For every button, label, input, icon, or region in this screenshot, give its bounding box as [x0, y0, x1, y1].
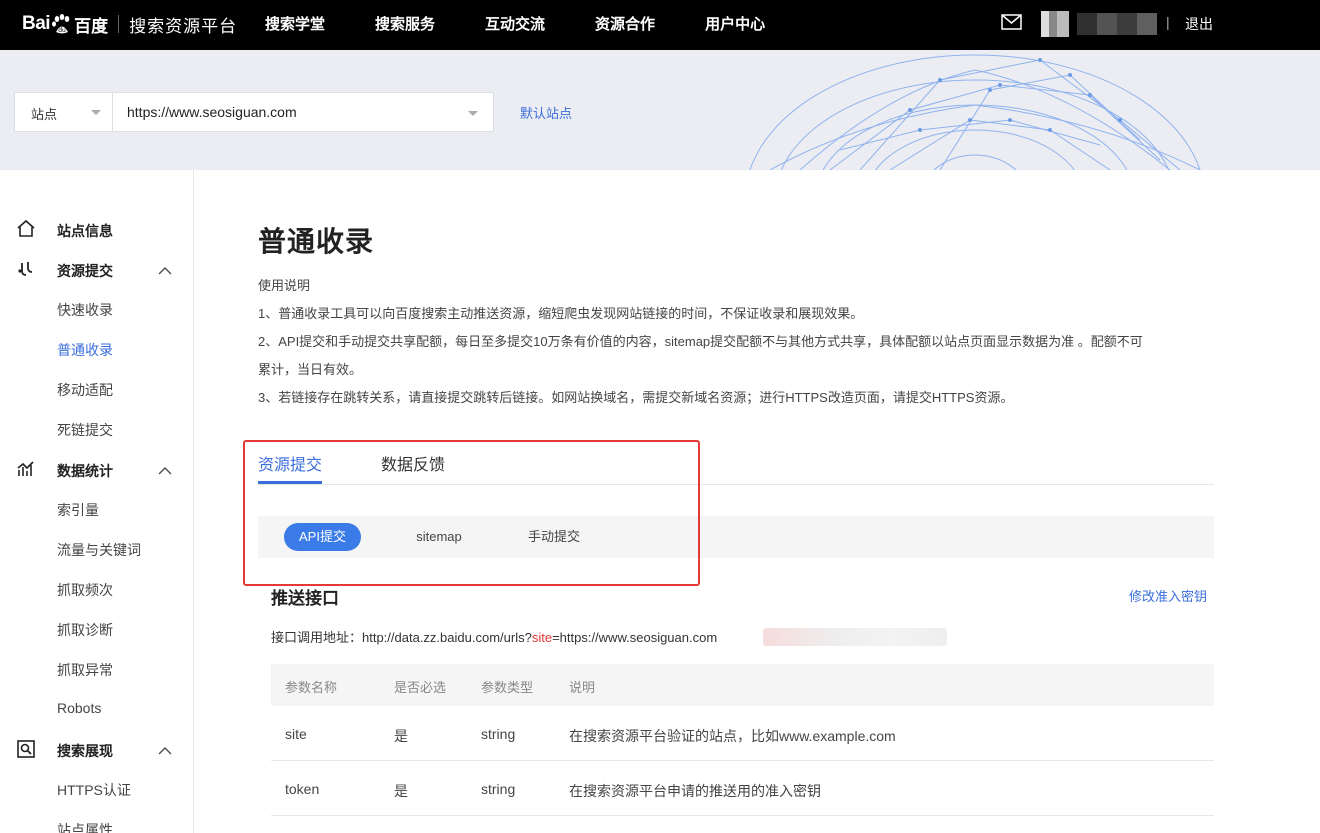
- token-blurred: [763, 628, 947, 646]
- logo-divider: [118, 15, 120, 33]
- chevron-down-icon: [91, 110, 101, 115]
- svg-text:du: du: [58, 27, 66, 34]
- api-endpoint-param: site: [531, 630, 553, 645]
- highlight-annotation-box: [243, 440, 700, 586]
- logo-text-bai: Bai: [22, 13, 51, 34]
- home-icon: [16, 219, 36, 239]
- nav-search-service[interactable]: 搜索服务: [375, 0, 435, 50]
- sidebar-group-data-stats[interactable]: 数据统计: [0, 455, 193, 485]
- column-header: 参数类型: [481, 680, 534, 695]
- sidebar-item-traffic-keywords[interactable]: 流量与关键词: [57, 540, 141, 560]
- page-title: 普通收录: [258, 226, 375, 257]
- nav-community[interactable]: 互动交流: [485, 0, 545, 50]
- table-cell: token: [285, 781, 320, 797]
- baidu-logo[interactable]: Bai du 百度 搜索资源平台: [22, 9, 237, 39]
- sidebar-item-crawl-diagnosis[interactable]: 抓取诊断: [57, 620, 113, 640]
- sidebar-group-label: 数据统计: [57, 463, 113, 479]
- sidebar-group-label: 站点信息: [57, 223, 113, 239]
- usage-heading: 使用说明: [258, 278, 311, 293]
- site-url-value: https://www.seosiguan.com: [127, 104, 297, 120]
- edit-access-key-link[interactable]: 修改准入密钥: [1129, 586, 1207, 605]
- nav-search-academy[interactable]: 搜索学堂: [265, 0, 325, 50]
- chevron-up-icon[interactable]: [158, 743, 172, 755]
- table-cell: string: [481, 726, 516, 742]
- usage-line: 累计，当日有效。: [258, 362, 363, 377]
- logo-text-du: 百度: [74, 16, 109, 36]
- api-endpoint: 接口调用地址：http://data.zz.baidu.com/urls?sit…: [271, 627, 717, 646]
- table-cell: 在搜索资源平台申请的推送用的准入密钥: [569, 783, 821, 799]
- sidebar-item-crawl-frequency[interactable]: 抓取频次: [57, 580, 113, 600]
- table-cell: 是: [394, 783, 408, 799]
- table-cell: site: [285, 726, 307, 742]
- search-display-icon: [16, 739, 36, 759]
- nav-partnership[interactable]: 资源合作: [595, 0, 655, 50]
- sidebar-item-crawl-errors[interactable]: 抓取异常: [57, 660, 113, 680]
- table-row: token 是 string 在搜索资源平台申请的推送用的准入密钥: [271, 761, 1214, 816]
- table-cell: 是: [394, 728, 408, 744]
- column-header: 参数名称: [285, 680, 338, 695]
- logout-link[interactable]: 退出: [1185, 14, 1213, 34]
- sidebar: 站点信息 资源提交 快速收录 普通收录 移动适配 死链提交 数据统计 索引量 流…: [0, 170, 194, 833]
- section-title: 推送接口: [271, 589, 339, 608]
- platform-title: 搜索资源平台: [129, 16, 238, 36]
- usage-line: 1、普通收录工具可以向百度搜索主动推送资源，缩短爬虫发现网站链接的时间，不保证收…: [258, 306, 864, 321]
- sidebar-item-robots[interactable]: Robots: [57, 700, 101, 716]
- sidebar-item-normal-index[interactable]: 普通收录: [57, 340, 113, 360]
- api-endpoint-suffix: =https://www.seosiguan.com: [552, 630, 718, 645]
- column-header: 说明: [569, 680, 596, 695]
- table-cell: string: [481, 781, 516, 797]
- top-navbar: Bai du 百度 搜索资源平台 搜索学堂 搜索服务 互动交流 资源合作 用户中…: [0, 0, 1320, 50]
- usage-line: 2、API提交和手动提交共享配额，每日至多提交10万条有价值的内容，sitema…: [258, 334, 1143, 349]
- chevron-down-icon: [468, 111, 478, 116]
- stats-icon: [16, 459, 36, 479]
- sidebar-item-quick-index[interactable]: 快速收录: [57, 300, 113, 320]
- globe-illustration: [749, 54, 1201, 170]
- link-icon: [16, 259, 36, 279]
- sidebar-item-mobile-adapt[interactable]: 移动适配: [57, 380, 113, 400]
- table-cell: 在搜索资源平台验证的站点，比如www.example.com: [569, 728, 896, 744]
- user-separator: |: [1166, 14, 1170, 30]
- sidebar-item-site-info[interactable]: 站点信息: [0, 215, 193, 245]
- sidebar-group-search-display[interactable]: 搜索展现: [0, 735, 193, 765]
- chevron-up-icon[interactable]: [158, 263, 172, 275]
- mail-icon[interactable]: [1001, 14, 1022, 30]
- sidebar-group-resource-submit[interactable]: 资源提交: [0, 255, 193, 285]
- sidebar-group-label: 资源提交: [57, 263, 113, 279]
- paw-icon: du: [51, 13, 73, 35]
- api-endpoint-prefix: 接口调用地址：http://data.zz.baidu.com/urls?: [271, 630, 532, 645]
- usage-line: 3、若链接存在跳转关系，请直接提交跳转后链接。如网站换域名，需提交新域名资源；进…: [258, 390, 1014, 405]
- sidebar-item-index-volume[interactable]: 索引量: [57, 500, 99, 520]
- username-blurred[interactable]: [1077, 13, 1157, 35]
- site-url-select[interactable]: https://www.seosiguan.com: [112, 92, 494, 132]
- sidebar-group-label: 搜索展现: [57, 743, 113, 759]
- column-header: 是否必选: [394, 680, 447, 695]
- main-nav: 搜索学堂 搜索服务 互动交流 资源合作 用户中心: [265, 0, 815, 50]
- sidebar-item-site-attributes[interactable]: 站点属性: [57, 820, 113, 833]
- avatar[interactable]: [1041, 11, 1069, 37]
- default-site-link[interactable]: 默认站点: [520, 103, 572, 122]
- table-row: site 是 string 在搜索资源平台验证的站点，比如www.example…: [271, 706, 1214, 761]
- sidebar-item-https-auth[interactable]: HTTPS认证: [57, 780, 131, 800]
- site-banner: 站点 https://www.seosiguan.com 默认站点: [0, 50, 1320, 170]
- site-type-select[interactable]: 站点: [14, 92, 112, 132]
- nav-user-center[interactable]: 用户中心: [705, 0, 765, 50]
- site-type-label: 站点: [31, 107, 58, 122]
- chevron-up-icon[interactable]: [158, 463, 172, 475]
- table-header: 参数名称 是否必选 参数类型 说明: [271, 664, 1214, 706]
- main-content: 普通收录 使用说明 1、普通收录工具可以向百度搜索主动推送资源，缩短爬虫发现网站…: [194, 170, 1320, 833]
- sidebar-item-deadlink-submit[interactable]: 死链提交: [57, 420, 113, 440]
